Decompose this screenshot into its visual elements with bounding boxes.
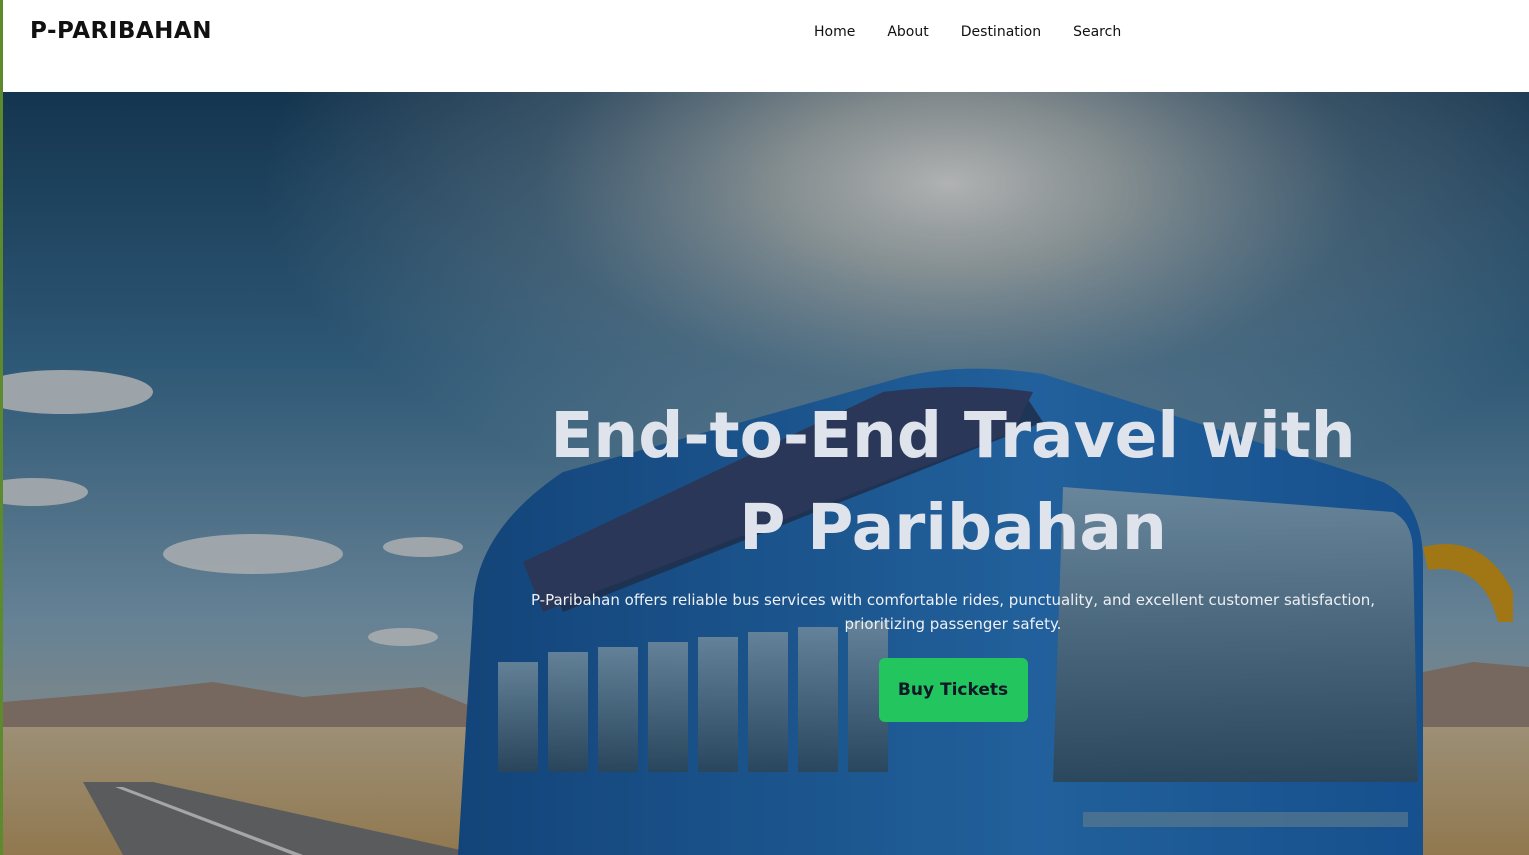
nav-home-link[interactable]: Home [798,24,871,41]
navbar: P-PARIBAHAN Home About Destination Searc… [3,0,1529,92]
hero-content: End-to-End Travel with P Paribahan P-Par… [523,390,1383,722]
hero-title-line-1: End-to-End Travel with [550,399,1356,472]
nav-menu: Home About Destination Search [798,24,1137,41]
hero-title: End-to-End Travel with P Paribahan [523,390,1383,574]
brand-logo[interactable]: P-PARIBAHAN [30,18,212,44]
nav-about-link[interactable]: About [871,24,944,41]
hero-title-line-2: P Paribahan [739,491,1167,564]
hero-section: End-to-End Travel with P Paribahan P-Par… [3,92,1529,855]
buy-tickets-button[interactable]: Buy Tickets [878,658,1028,722]
window-edge [0,0,3,855]
nav-search-link[interactable]: Search [1057,24,1137,41]
nav-destination-link[interactable]: Destination [945,24,1057,41]
hero-description: P-Paribahan offers reliable bus services… [530,591,1376,633]
